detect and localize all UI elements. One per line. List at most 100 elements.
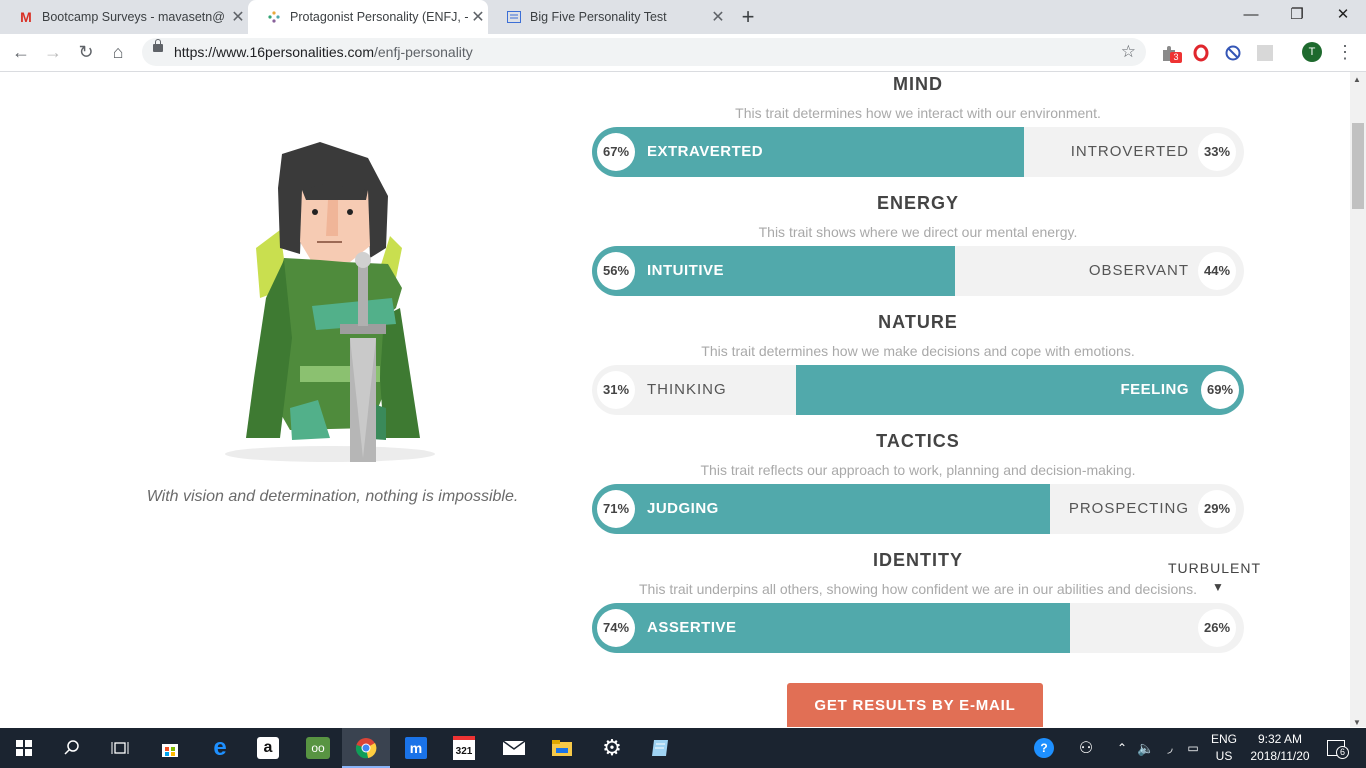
- start-button[interactable]: [0, 728, 48, 768]
- trait-right-label: OBSERVANT: [1088, 262, 1189, 279]
- store-button[interactable]: [146, 728, 194, 768]
- amazon-button[interactable]: a: [244, 728, 292, 768]
- volume-icon[interactable]: 🔈: [1136, 728, 1156, 768]
- trait-left-label: EXTRAVERTED: [647, 143, 764, 160]
- lock-icon[interactable]: [153, 39, 163, 52]
- trait-description: This trait determines how we interact wi…: [735, 105, 1101, 121]
- clock-time: 9:32 AM: [1257, 732, 1303, 746]
- block-icon[interactable]: [1224, 44, 1242, 62]
- amazon-icon: a: [257, 737, 279, 759]
- trait-left-percent: 71%: [597, 490, 635, 528]
- notepad-button[interactable]: [636, 728, 684, 768]
- chrome-menu-icon[interactable]: ⋮: [1336, 40, 1354, 64]
- url-text[interactable]: https://www.16personalities.com/enfj-per…: [174, 38, 473, 66]
- back-button[interactable]: ←: [9, 40, 33, 64]
- mail-icon: [502, 740, 526, 755]
- close-tab-icon[interactable]: ✕: [228, 7, 248, 27]
- trait-left-percent: 67%: [597, 133, 635, 171]
- clock-date: 2018/11/20: [1250, 749, 1310, 763]
- tab-gmail[interactable]: M Bootcamp Surveys - mavasetn@ ✕: [0, 0, 248, 34]
- trait-right-percent: 44%: [1198, 252, 1236, 290]
- mail-button[interactable]: [490, 728, 538, 768]
- trait-left-label: INTUITIVE: [647, 262, 725, 279]
- input-language[interactable]: ENG US: [1206, 731, 1242, 765]
- close-window-button[interactable]: ✕: [1320, 0, 1366, 30]
- trait-right-label: INTROVERTED: [1070, 143, 1189, 160]
- windows-taskbar: e a oo m 321 ⚙ ? ⚇ ⌃ 🔈 ◞ ▭ ENG US 9:32 A…: [0, 728, 1366, 768]
- edge-button[interactable]: e: [196, 728, 244, 768]
- extension-grey-icon[interactable]: [1257, 45, 1273, 61]
- extension-badge: 3: [1170, 52, 1182, 63]
- trait-title: TACTICS: [876, 431, 960, 451]
- taskbar-clock[interactable]: 9:32 AM 2018/11/20: [1240, 731, 1320, 765]
- trait-title: NATURE: [878, 312, 958, 332]
- trait-right-label: FEELING: [1120, 381, 1189, 398]
- windows-logo-icon: [16, 740, 32, 756]
- profile-avatar[interactable]: T: [1302, 42, 1322, 62]
- calendar-button[interactable]: 321: [440, 728, 488, 768]
- document-icon: [506, 9, 522, 25]
- people-icon[interactable]: ⚇: [1074, 728, 1098, 768]
- reload-button[interactable]: ↻: [74, 40, 98, 64]
- restore-button[interactable]: ❐: [1274, 0, 1320, 30]
- chrome-icon: [355, 738, 377, 759]
- search-button[interactable]: [48, 728, 96, 768]
- tab-protagonist[interactable]: Protagonist Personality (ENFJ, -A ✕: [248, 0, 488, 34]
- battery-icon[interactable]: ▭: [1184, 728, 1202, 768]
- trait-left-percent: 56%: [597, 252, 635, 290]
- show-hidden-icons-icon[interactable]: ⌃: [1114, 728, 1130, 768]
- help-tray-icon[interactable]: ?: [1030, 728, 1058, 768]
- address-bar[interactable]: https://www.16personalities.com/enfj-per…: [142, 38, 1146, 66]
- trait-description: This trait shows where we direct our men…: [758, 224, 1078, 240]
- wifi-icon[interactable]: ◞: [1160, 728, 1180, 768]
- region-code: US: [1215, 749, 1233, 763]
- scrollbar-thumb[interactable]: [1352, 123, 1364, 209]
- remote-desktop-icon: m: [405, 737, 427, 759]
- tab-title: Bootcamp Surveys - mavasetn@: [42, 10, 225, 24]
- bookmark-star-icon[interactable]: ☆: [1121, 42, 1136, 62]
- opera-icon[interactable]: [1192, 44, 1210, 62]
- forward-button[interactable]: →: [41, 40, 65, 64]
- trait-bar: EXTRAVERTED INTROVERTED 67% 33%: [592, 127, 1244, 177]
- personality-quote: With vision and determination, nothing i…: [146, 488, 519, 505]
- new-tab-button[interactable]: +: [737, 4, 759, 30]
- trait-bar: THINKING FEELING 31% 69%: [592, 365, 1244, 415]
- trait-right-percent: 29%: [1198, 490, 1236, 528]
- home-button[interactable]: ⌂: [106, 40, 130, 64]
- store-icon: [162, 744, 178, 757]
- tab-strip: M Bootcamp Surveys - mavasetn@ ✕ Protago…: [0, 0, 1366, 34]
- get-results-email-button[interactable]: GET RESULTS BY E-MAIL: [787, 683, 1043, 727]
- tripadvisor-button[interactable]: oo: [294, 728, 342, 768]
- tab-title: Big Five Personality Test: [530, 10, 667, 24]
- remote-desktop-button[interactable]: m: [392, 728, 440, 768]
- minimize-button[interactable]: —: [1228, 0, 1274, 30]
- trait-description: This trait reflects our approach to work…: [700, 462, 1136, 478]
- scroll-up-icon[interactable]: ▲: [1353, 75, 1361, 84]
- folder-icon: [552, 740, 572, 756]
- gear-icon: ⚙: [602, 735, 622, 760]
- tripadvisor-icon: oo: [306, 737, 330, 759]
- page-scrollbar[interactable]: ▲ ▼: [1350, 72, 1366, 727]
- chrome-taskbar-button[interactable]: [342, 728, 390, 768]
- trait-title: ENERGY: [876, 193, 960, 213]
- task-view-button[interactable]: [96, 728, 144, 768]
- calendar-icon: 321: [453, 736, 475, 760]
- action-center-button[interactable]: 6: [1322, 728, 1350, 768]
- trait-left-label: JUDGING: [647, 500, 719, 517]
- notepad-icon: [652, 740, 668, 756]
- trait-bar: JUDGING PROSPECTING 71% 29%: [592, 484, 1244, 534]
- scroll-down-icon[interactable]: ▼: [1353, 718, 1361, 727]
- tab-title: Protagonist Personality (ENFJ, -A: [290, 10, 468, 24]
- close-tab-icon[interactable]: ✕: [468, 7, 488, 27]
- trait-right-percent: 69%: [1201, 371, 1239, 409]
- close-tab-icon[interactable]: ✕: [708, 7, 728, 27]
- turbulent-arrow-icon: ▼: [1212, 580, 1224, 594]
- trait-title: MIND: [893, 74, 943, 94]
- file-explorer-button[interactable]: [538, 728, 586, 768]
- page-content: With vision and determination, nothing i…: [0, 72, 1350, 727]
- turbulent-label: TURBULENT: [1168, 560, 1262, 576]
- settings-button[interactable]: ⚙: [588, 728, 636, 768]
- trait-left-label: ASSERTIVE: [647, 619, 737, 636]
- tab-big-five[interactable]: Big Five Personality Test ✕: [488, 0, 728, 34]
- trait-description: This trait underpins all others, showing…: [639, 581, 1197, 597]
